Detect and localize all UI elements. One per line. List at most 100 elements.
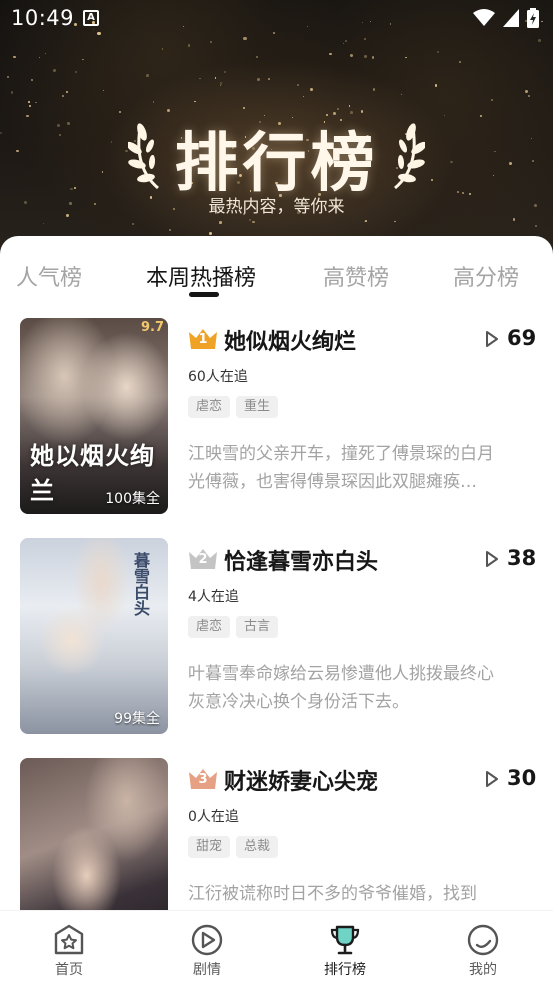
signal-icon [503,9,519,27]
nav-ranking[interactable]: 排行榜 [310,923,380,979]
sparkle [39,57,41,59]
play-icon [486,331,498,347]
sparkle [75,71,78,74]
sparkle [28,100,30,103]
poster-score: 9.7 [140,320,164,335]
sparkle [152,101,155,103]
sparkle [296,84,299,86]
drama-description: 江衍被谎称时日不多的爷爷催婚，找到 [188,884,477,904]
rank-badge: 3 [188,768,218,790]
tag: 总裁 [236,836,279,858]
sparkle [62,95,64,97]
poster-image[interactable]: 暮雪白头 99集全 [20,538,168,734]
drama-title[interactable]: 她似烟火绚烂 [224,324,356,356]
sparkle [243,106,246,109]
hero-subtitle: 最热内容，等你来 [208,197,345,217]
sparkle [372,88,376,91]
tag: 甜宠 [188,836,231,858]
notification-icon: A [83,10,99,26]
drama-title[interactable]: 恰逢暮雪亦白头 [224,544,378,576]
sparkle [491,99,493,101]
sparkle [131,223,134,226]
sparkle [363,221,366,223]
sparkle [512,217,516,221]
sparkle [371,56,374,59]
tab-popular[interactable]: 人气榜 [16,260,82,292]
sparkle [187,44,191,47]
sparkle [342,42,344,45]
sparkle [243,37,247,41]
sparkle [194,100,196,102]
poster-image[interactable]: 9.7 她以烟火绚兰 100集全 [20,318,168,514]
status-icons [473,8,539,28]
rank-number: 2 [198,552,208,567]
nav-label: 我的 [469,962,497,978]
tag: 重生 [236,396,279,418]
list-item[interactable]: 9.7 她以烟火绚兰 100集全 1 她似烟火绚烂 69 60人在追 虐恋 重生… [0,318,553,518]
sparkle [524,89,528,93]
trophy-icon [330,925,360,955]
sparkle [400,93,402,95]
sparkle [364,55,367,58]
tab-top-rated[interactable]: 高分榜 [453,260,519,292]
sparkle [219,221,222,224]
tag: 虐恋 [188,396,231,418]
rank-badge: 1 [188,328,218,350]
followers-count: 0人在追 [188,809,239,825]
play-circle-icon [191,924,223,956]
ranking-tabs: 人气榜 本周热播榜 高赞榜 高分榜 [0,236,553,302]
tab-most-liked[interactable]: 高赞榜 [323,260,389,292]
sparkle [329,52,332,56]
battery-icon [527,8,539,28]
sparkle [42,222,44,224]
drama-title[interactable]: 财迷娇妻心尖宠 [224,764,378,796]
rank-number: 3 [198,772,208,787]
nav-profile[interactable]: 我的 [448,923,518,979]
tag-list: 甜宠 总裁 [188,836,279,858]
header-banner: 10:49 A 排行榜 最热内容，等你来 [0,0,553,270]
nav-label: 剧情 [193,962,221,978]
sparkle [199,77,201,80]
sparkle [219,85,221,87]
hero-title: 排行榜 [174,126,379,201]
sparkle [302,95,304,98]
rank-badge: 2 [188,548,218,570]
drama-description: 叶暮雪奉命嫁给云易惨遭他人挑拨最终心灰意冷决心换个身份活下去。 [188,664,494,712]
status-bar: 10:49 A [0,0,553,36]
sparkle [7,76,9,78]
sparkle [53,68,57,72]
hero-title-area: 排行榜 [0,112,553,201]
sparkle [310,87,314,91]
sparkle [162,48,164,50]
sparkle [348,105,351,107]
nav-label: 排行榜 [324,962,366,978]
nav-home[interactable]: 首页 [34,923,104,979]
play-count: 38 [507,546,537,570]
sparkle [394,220,397,223]
sparkle [248,218,251,221]
sparkle [349,53,353,57]
ranking-panel: 人气榜 本周热播榜 高赞榜 高分榜 9.7 她以烟火绚兰 100集全 1 她似烟… [0,236,553,984]
sparkle [168,228,172,232]
sparkle [363,37,366,40]
tag: 古言 [236,616,279,638]
sparkle [146,74,149,78]
sparkle [214,77,217,80]
tag-list: 虐恋 重生 [188,396,279,418]
sparkle [535,225,537,227]
sparkle [28,104,31,107]
tag: 虐恋 [188,616,231,638]
sparkle [257,77,260,81]
drama-description: 江映雪的父亲开车，撞死了傅景琛的白月光傅薇，也害得傅景琛因此双腿瘫痪… [188,444,494,492]
tab-weekly-hot[interactable]: 本周热播榜 [146,260,256,292]
list-item[interactable]: 暮雪白头 99集全 2 恰逢暮雪亦白头 38 4人在追 虐恋 古言 叶暮雪奉命嫁… [0,538,553,738]
rank-number: 1 [198,332,208,347]
sparkle [434,84,438,87]
sparkle [35,101,37,104]
sparkle [459,61,461,63]
laurel-right-icon [394,123,425,190]
tab-indicator [189,292,219,297]
sparkle [405,56,407,59]
poster-episodes: 100集全 [105,491,160,507]
nav-drama[interactable]: 剧情 [172,923,242,979]
